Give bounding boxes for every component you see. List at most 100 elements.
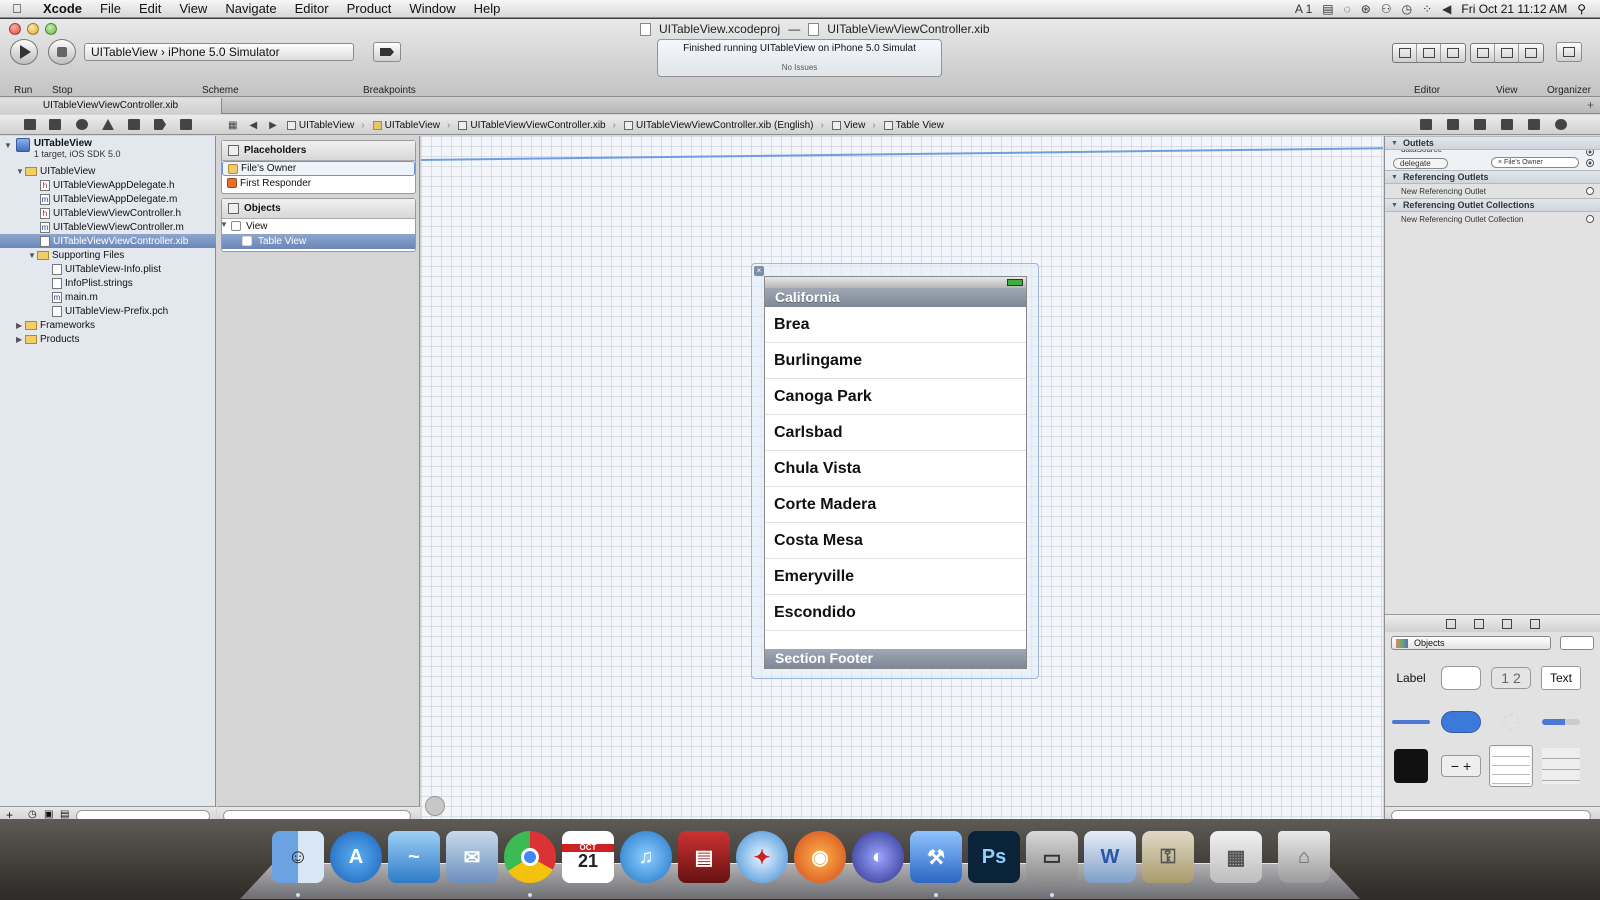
calendar-icon[interactable]: OCT 21 bbox=[562, 831, 614, 883]
assistant-editor-button[interactable] bbox=[1417, 44, 1441, 62]
time-machine-icon[interactable]: ◷ bbox=[1402, 2, 1412, 16]
scheme-popup[interactable]: UITableView › iPhone 5.0 Simulator bbox=[84, 43, 354, 61]
toggle-navigator-button[interactable] bbox=[1471, 44, 1495, 62]
disclosure-triangle-icon[interactable]: ▶ bbox=[16, 321, 25, 330]
xcode-icon[interactable]: ⚒ bbox=[910, 831, 962, 883]
connections-inspector-icon[interactable] bbox=[1555, 119, 1567, 130]
library-stepper[interactable]: − + bbox=[1439, 745, 1483, 787]
mail-icon[interactable]: ✉ bbox=[446, 831, 498, 883]
library-round-rect-button[interactable] bbox=[1439, 657, 1483, 699]
keychain-icon[interactable]: ⚿ bbox=[1142, 831, 1194, 883]
table-view[interactable]: California Brea Burlingame Canoga Park C… bbox=[764, 276, 1027, 669]
table-cell[interactable]: Costa Mesa bbox=[765, 523, 1026, 559]
ios-simulator-icon[interactable]: ▭ bbox=[1026, 831, 1078, 883]
table-cell[interactable]: Escondido bbox=[765, 595, 1026, 631]
menu-edit[interactable]: Edit bbox=[130, 1, 170, 16]
apple-menu-icon[interactable]:  bbox=[12, 1, 34, 16]
version-editor-button[interactable] bbox=[1441, 44, 1465, 62]
crumb-localized[interactable]: UITableViewViewController.xib (English) bbox=[620, 120, 828, 131]
tree-group-frameworks[interactable]: ▶ Frameworks bbox=[0, 318, 216, 332]
collapse-triangle-icon[interactable]: ▼ bbox=[1391, 174, 1398, 181]
view-frame[interactable]: × California Brea Burlingame Canoga Park… bbox=[751, 263, 1039, 679]
display-icon[interactable]: ▤ bbox=[1322, 2, 1333, 16]
library-table-view-cell[interactable] bbox=[1539, 745, 1583, 787]
eclipse-icon[interactable]: ◐ bbox=[852, 831, 904, 883]
attributes-inspector-icon[interactable] bbox=[1501, 119, 1513, 130]
tree-file-prefix-pch[interactable]: UITableView-Prefix.pch bbox=[0, 304, 216, 318]
connection-dot-icon[interactable] bbox=[1586, 215, 1594, 223]
file-template-library-icon[interactable] bbox=[1446, 618, 1456, 629]
crumb-file[interactable]: UITableViewViewController.xib bbox=[454, 120, 620, 131]
menubar-clock[interactable]: Fri Oct 21 11:12 AM bbox=[1461, 2, 1567, 16]
minimize-window-button[interactable] bbox=[27, 23, 39, 35]
collapse-triangle-icon[interactable]: ▼ bbox=[1391, 140, 1398, 147]
toggle-debug-button[interactable] bbox=[1495, 44, 1519, 62]
library-switch[interactable] bbox=[1439, 701, 1483, 743]
library-label-item[interactable]: Label bbox=[1389, 657, 1433, 699]
outlet-delegate[interactable]: delegate × File's Owner bbox=[1385, 156, 1600, 170]
object-library-icon[interactable] bbox=[1502, 618, 1512, 629]
crumb-group[interactable]: UITableView bbox=[369, 120, 455, 131]
quick-help-icon[interactable] bbox=[1447, 119, 1459, 130]
library-view-toggle[interactable] bbox=[1560, 636, 1594, 650]
documents-stack-icon[interactable]: ▦ bbox=[1210, 831, 1262, 883]
crumb-view[interactable]: View bbox=[828, 120, 880, 131]
tree-file-appdelegate-h[interactable]: h UITableViewAppDelegate.h bbox=[0, 178, 216, 192]
volume-icon[interactable]: ◀ bbox=[1442, 2, 1451, 16]
library-table-view[interactable] bbox=[1489, 745, 1533, 787]
delegate-target-pill[interactable]: × File's Owner bbox=[1491, 157, 1579, 168]
table-cell[interactable]: Chula Vista bbox=[765, 451, 1026, 487]
table-cell[interactable]: Emeryville bbox=[765, 559, 1026, 595]
close-window-button[interactable] bbox=[9, 23, 21, 35]
project-navigator-icon[interactable] bbox=[24, 119, 36, 130]
menu-help[interactable]: Help bbox=[465, 1, 510, 16]
tree-file-main-m[interactable]: m main.m bbox=[0, 290, 216, 304]
outline-view[interactable]: ▼ View bbox=[220, 219, 415, 234]
chrome-icon[interactable] bbox=[504, 831, 556, 883]
file-inspector-icon[interactable] bbox=[1420, 119, 1432, 130]
menu-editor[interactable]: Editor bbox=[286, 1, 338, 16]
library-category-popup[interactable]: Objects bbox=[1391, 636, 1551, 650]
organizer-button[interactable] bbox=[1556, 42, 1582, 62]
library-progress-view[interactable] bbox=[1539, 701, 1583, 743]
app-store-icon[interactable]: A bbox=[330, 831, 382, 883]
table-cell[interactable]: Carlsbad bbox=[765, 415, 1026, 451]
firefox-icon[interactable]: ◉ bbox=[794, 831, 846, 883]
back-icon[interactable]: ◀ bbox=[243, 120, 263, 131]
breakpoint-navigator-icon[interactable] bbox=[154, 119, 166, 130]
tree-file-appdelegate-m[interactable]: m UITableViewAppDelegate.m bbox=[0, 192, 216, 206]
standard-editor-button[interactable] bbox=[1393, 44, 1417, 62]
itunes-icon[interactable]: ♫ bbox=[620, 831, 672, 883]
search-navigator-icon[interactable] bbox=[76, 119, 88, 130]
bluetooth-icon[interactable]: ⁘ bbox=[1422, 2, 1432, 16]
stop-button[interactable] bbox=[48, 39, 76, 65]
menu-navigate[interactable]: Navigate bbox=[216, 1, 285, 16]
project-root[interactable]: ▼ UITableView 1 target, iOS SDK 5.0 bbox=[4, 138, 120, 159]
table-cell[interactable]: Brea bbox=[765, 307, 1026, 343]
tree-file-viewcontroller-m[interactable]: m UITableViewViewController.m bbox=[0, 220, 216, 234]
input-menu-icon[interactable]: A 1 bbox=[1295, 2, 1312, 16]
library-slider[interactable] bbox=[1389, 701, 1433, 743]
breakpoints-button[interactable] bbox=[373, 42, 401, 62]
outline-first-responder[interactable]: First Responder bbox=[222, 176, 415, 191]
disclosure-triangle-icon[interactable]: ▼ bbox=[28, 251, 37, 260]
tree-group-supporting-files[interactable]: ▼ Supporting Files bbox=[0, 248, 216, 262]
tree-file-viewcontroller-xib[interactable]: UITableViewViewController.xib bbox=[0, 234, 216, 248]
menu-product[interactable]: Product bbox=[338, 1, 401, 16]
toggle-utilities-button[interactable] bbox=[1519, 44, 1543, 62]
disclosure-triangle-icon[interactable]: ▶ bbox=[16, 335, 25, 344]
preview-icon[interactable]: ~ bbox=[388, 831, 440, 883]
debug-navigator-icon[interactable] bbox=[128, 119, 140, 130]
issue-navigator-icon[interactable] bbox=[102, 119, 114, 130]
tree-file-info-plist[interactable]: UITableView-Info.plist bbox=[0, 262, 216, 276]
table-cell[interactable]: Corte Madera bbox=[765, 487, 1026, 523]
sync-icon[interactable]: ◌ bbox=[1344, 2, 1351, 16]
library-activity-indicator[interactable] bbox=[1489, 701, 1533, 743]
menu-file[interactable]: File bbox=[91, 1, 130, 16]
tab-xib[interactable]: UITableViewViewController.xib bbox=[0, 98, 222, 114]
collapse-triangle-icon[interactable]: ▼ bbox=[1391, 202, 1398, 209]
interface-builder-canvas[interactable]: × California Brea Burlingame Canoga Park… bbox=[421, 136, 1383, 824]
spotlight-icon[interactable]: ⚲ bbox=[1577, 2, 1586, 16]
library-page-control[interactable] bbox=[1389, 745, 1433, 787]
symbol-navigator-icon[interactable] bbox=[49, 119, 61, 130]
